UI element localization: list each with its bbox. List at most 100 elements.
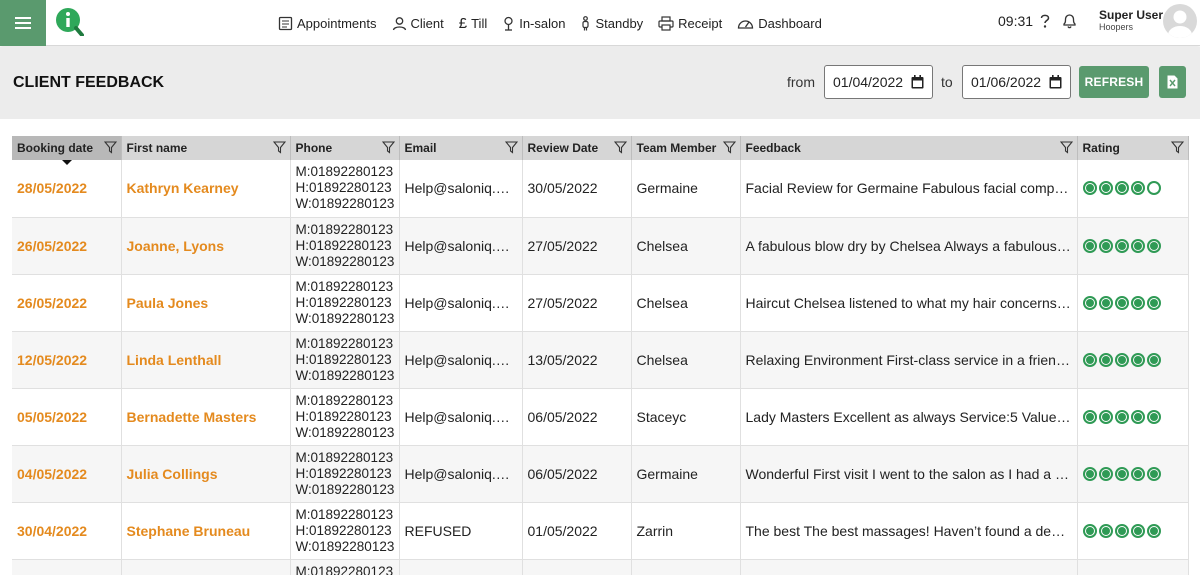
client-name-link[interactable]: Julia Collings	[121, 445, 291, 503]
feedback-cell	[740, 559, 1078, 575]
nav-client[interactable]: Client	[392, 16, 444, 31]
column-header-feedback[interactable]: Feedback	[740, 136, 1078, 160]
table-row[interactable]: 30/04/2022 Stephane Bruneau M:01892280123 H…	[12, 502, 1189, 560]
phone-home: H:01892280123	[295, 294, 392, 310]
hamburger-menu-button[interactable]	[0, 0, 46, 46]
rating-dots	[1082, 295, 1183, 310]
help-icon[interactable]	[1038, 13, 1052, 34]
client-name-link[interactable]: Kathryn Kearney	[121, 160, 291, 218]
phone-work: W:01892280123	[295, 196, 395, 212]
rating-filled-icon	[1098, 352, 1113, 367]
client-name-link[interactable]: Linda Lenthall	[121, 331, 291, 389]
table-row[interactable]: 05/05/2022 Bernadette Masters M:0189228012…	[12, 388, 1189, 446]
booking-date-cell[interactable]: 04/05/2022	[12, 445, 122, 503]
rating-filled-icon	[1114, 295, 1129, 310]
column-header-team-member[interactable]: Team Member	[631, 136, 741, 160]
review-date-cell: 27/05/2022	[522, 217, 632, 275]
rating-filled-icon	[1130, 409, 1145, 424]
pound-icon: £	[458, 14, 468, 32]
filter-icon[interactable]	[613, 141, 627, 154]
phone-work: W:01892280123	[295, 481, 395, 497]
phone-work: W:01892280123	[295, 424, 395, 440]
booking-date-cell[interactable]: 26/05/2022	[12, 217, 122, 275]
filter-icon[interactable]	[722, 141, 736, 154]
rating-filled-icon	[1130, 352, 1145, 367]
table-row[interactable]: 26/05/2022 Paula Jones M:01892280123 H:0189…	[12, 274, 1189, 332]
notifications-bell-icon[interactable]	[1062, 13, 1077, 34]
date-from-input[interactable]: 01/04/2022	[824, 65, 933, 99]
feedback-cell[interactable]: Haircut Chelsea listened to what my hair…	[740, 274, 1078, 332]
export-excel-button[interactable]	[1159, 66, 1186, 98]
nav-till[interactable]: £ Till	[459, 15, 487, 32]
date-to-input[interactable]: 01/06/2022	[962, 65, 1071, 99]
booking-date-cell[interactable]: 30/04/2022	[12, 502, 122, 560]
booking-date-cell[interactable]: 28/05/2022	[12, 160, 122, 218]
feedback-cell[interactable]: A fabulous blow dry by Chelsea Always a …	[740, 217, 1078, 275]
client-name-link[interactable]: Joanne, Lyons	[121, 217, 291, 275]
saloniq-logo[interactable]	[54, 6, 84, 37]
table-row[interactable]: 04/05/2022 Julia Collings M:01892280123 H:0…	[12, 445, 1189, 503]
table-row[interactable]: 28/05/2022 Kathryn Kearney M:01892280123 H:…	[12, 160, 1189, 218]
client-name-link[interactable]: Stephane Bruneau	[121, 502, 291, 560]
filter-icon[interactable]	[272, 141, 286, 154]
booking-date-cell[interactable]: 26/05/2022	[12, 274, 122, 332]
booking-date-cell[interactable]: 05/05/2022	[12, 388, 122, 446]
feedback-cell[interactable]: Lady Masters Excellent as always Service…	[740, 388, 1078, 446]
calendar-icon[interactable]	[911, 75, 924, 89]
nav-in-salon[interactable]: In-salon	[502, 16, 565, 31]
table-body: 28/05/2022 Kathryn Kearney M:01892280123 H:…	[12, 160, 1189, 575]
rating-filled-icon	[1098, 181, 1113, 196]
rating-filled-icon	[1098, 409, 1113, 424]
filter-icon[interactable]	[103, 141, 117, 154]
table-row-partial[interactable]: M:01892280123	[12, 559, 1189, 575]
rating-filled-icon	[1146, 409, 1161, 424]
feedback-cell[interactable]: Facial Review for Germaine Fabulous faci…	[740, 160, 1078, 218]
column-header-email[interactable]: Email	[399, 136, 523, 160]
feedback-cell[interactable]: The best The best massages! Haven’t foun…	[740, 502, 1078, 560]
client-name-link[interactable]: Paula Jones	[121, 274, 291, 332]
avatar[interactable]	[1163, 4, 1197, 38]
team-member-cell: Staceyc	[631, 388, 741, 446]
phone-home: H:01892280123	[295, 408, 392, 424]
phone-work: W:01892280123	[295, 367, 395, 383]
review-date-cell: 27/05/2022	[522, 274, 632, 332]
column-header-review-date[interactable]: Review Date	[522, 136, 632, 160]
nav-standby-label: Standby	[595, 15, 644, 31]
column-header-booking-date[interactable]: Booking date	[12, 136, 122, 165]
filter-icon[interactable]	[504, 141, 518, 154]
table-row[interactable]: 26/05/2022 Joanne, Lyons M:01892280123 H:01…	[12, 217, 1189, 275]
booking-date-cell[interactable]: 12/05/2022	[12, 331, 122, 389]
rating-cell	[1077, 559, 1189, 575]
filter-icon[interactable]	[1059, 141, 1073, 154]
filter-icon[interactable]	[381, 141, 395, 154]
column-header-phone[interactable]: Phone	[290, 136, 400, 160]
user-menu[interactable]: Super User Hoopers	[1099, 9, 1163, 32]
rating-filled-icon	[1082, 238, 1097, 253]
dashboard-icon	[738, 19, 754, 29]
phone-mobile: M:01892280123	[295, 449, 394, 465]
nav-dashboard[interactable]: Dashboard	[737, 16, 822, 31]
filter-icon[interactable]	[1170, 141, 1184, 154]
calendar-icon[interactable]	[1049, 75, 1062, 89]
refresh-button[interactable]: REFRESH	[1079, 66, 1149, 98]
nav-receipt[interactable]: Receipt	[658, 16, 722, 31]
column-header-label: First name	[126, 141, 188, 155]
user-avatar-icon	[1168, 10, 1192, 38]
feedback-cell[interactable]: Wonderful First visit I went to the salo…	[740, 445, 1078, 503]
table-row[interactable]: 12/05/2022 Linda Lenthall M:01892280123 H:0…	[12, 331, 1189, 389]
review-date-cell: 06/05/2022	[522, 388, 632, 446]
rating-dots	[1082, 523, 1183, 538]
nav-standby[interactable]: Standby	[580, 16, 643, 31]
client-name-link[interactable]: Bernadette Masters	[121, 388, 291, 446]
rating-filled-icon	[1114, 409, 1129, 424]
rating-filled-icon	[1130, 181, 1145, 196]
date-from-label: from	[787, 74, 815, 90]
rating-empty-icon	[1146, 181, 1161, 196]
rating-cell	[1077, 388, 1189, 446]
column-header-rating[interactable]: Rating	[1077, 136, 1189, 160]
top-navigation-bar: Appointments Client £ Till In-salon Stan…	[0, 0, 1200, 46]
nav-appointments[interactable]: Appointments	[278, 16, 377, 31]
feedback-cell[interactable]: Relaxing Environment First-class service…	[740, 331, 1078, 389]
column-header-first-name[interactable]: First name	[121, 136, 291, 160]
rating-dots	[1082, 466, 1183, 481]
